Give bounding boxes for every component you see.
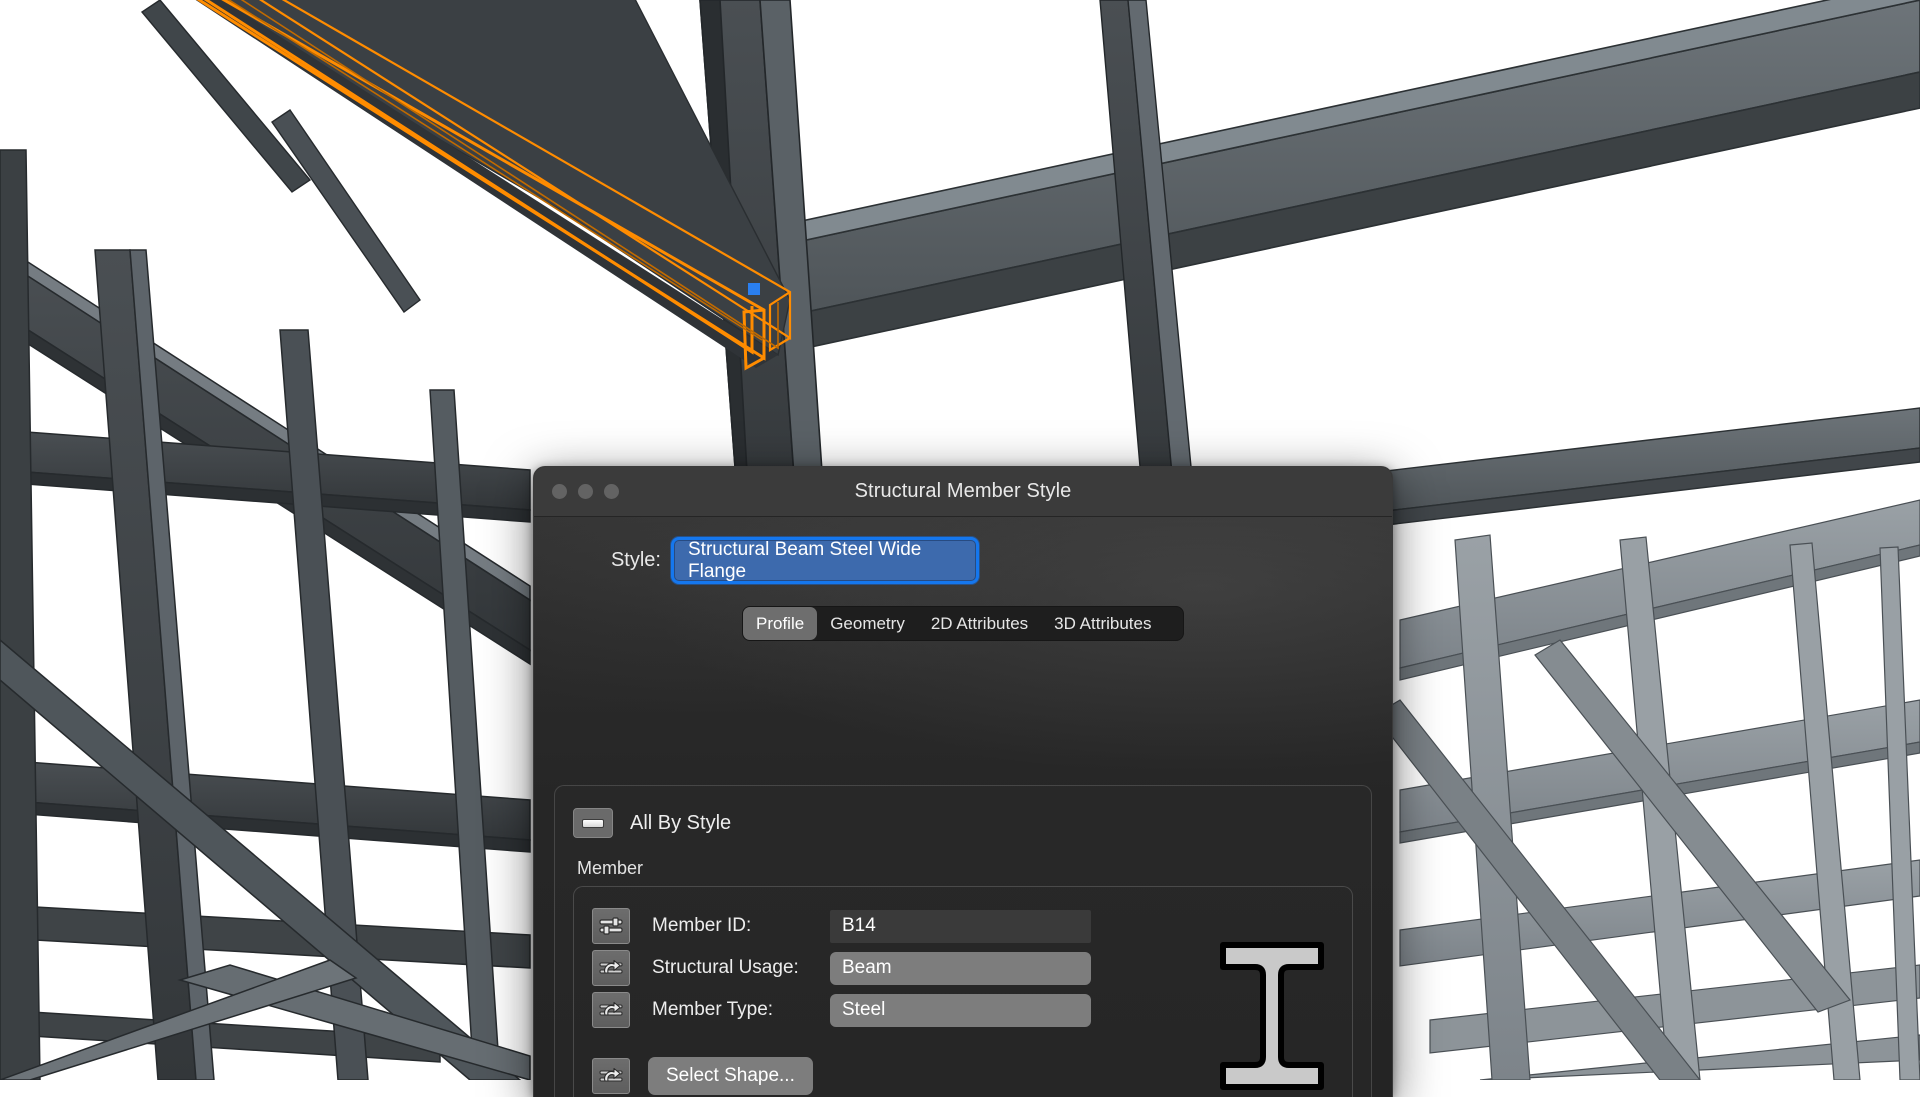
dialog-titlebar[interactable]: Structural Member Style: [534, 467, 1392, 517]
redo-arrow-icon[interactable]: [592, 950, 630, 986]
member-id-label: Member ID:: [652, 915, 752, 936]
minimize-button[interactable]: [578, 484, 593, 499]
member-group-label: Member: [577, 858, 644, 878]
member-group-box: Member ID: B14 Structural Usage: Beam Me…: [573, 886, 1353, 1097]
all-by-style-row[interactable]: All By Style: [573, 808, 1371, 838]
member-type-label: Member Type:: [652, 999, 774, 1020]
all-by-style-label: All By Style: [630, 811, 732, 834]
member-id-value[interactable]: B14: [830, 909, 1091, 943]
tab-2d-attributes[interactable]: 2D Attributes: [918, 607, 1041, 640]
mixed-state-dash-icon: [582, 818, 604, 828]
tab-geometry[interactable]: Geometry: [817, 607, 918, 640]
structural-usage-label: Structural Usage:: [652, 957, 799, 978]
style-row: Style: Structural Beam Steel Wide Flange: [534, 517, 1392, 582]
profile-tab-panel: All By Style Member Member ID: B14 Struc…: [554, 785, 1372, 1097]
select-shape-button[interactable]: Select Shape...: [648, 1057, 813, 1095]
close-button[interactable]: [552, 484, 567, 499]
all-by-style-checkbox[interactable]: [573, 808, 613, 838]
redo-arrow-icon[interactable]: [592, 1058, 630, 1094]
style-label: Style:: [610, 549, 661, 571]
selection-handle: [748, 283, 760, 295]
wide-flange-i-beam-profile: [1192, 887, 1352, 1097]
structural-usage-value[interactable]: Beam: [830, 951, 1091, 985]
window-controls[interactable]: [552, 484, 619, 499]
style-input[interactable]: Structural Beam Steel Wide Flange: [674, 539, 976, 582]
dialog-body: Style: Structural Beam Steel Wide Flange…: [534, 517, 1392, 1097]
redo-arrow-icon[interactable]: [592, 992, 630, 1028]
structural-member-style-dialog[interactable]: Structural Member Style Style: Structura…: [533, 466, 1393, 1097]
sliders-icon[interactable]: [592, 908, 630, 944]
tab-3d-attributes[interactable]: 3D Attributes: [1041, 607, 1164, 640]
member-type-value[interactable]: Steel: [830, 993, 1091, 1027]
maximize-button[interactable]: [604, 484, 619, 499]
tab-profile[interactable]: Profile: [743, 607, 818, 640]
tab-bar[interactable]: Profile Geometry 2D Attributes 3D Attrib…: [742, 606, 1184, 641]
dialog-title: Structural Member Style: [854, 480, 1072, 502]
